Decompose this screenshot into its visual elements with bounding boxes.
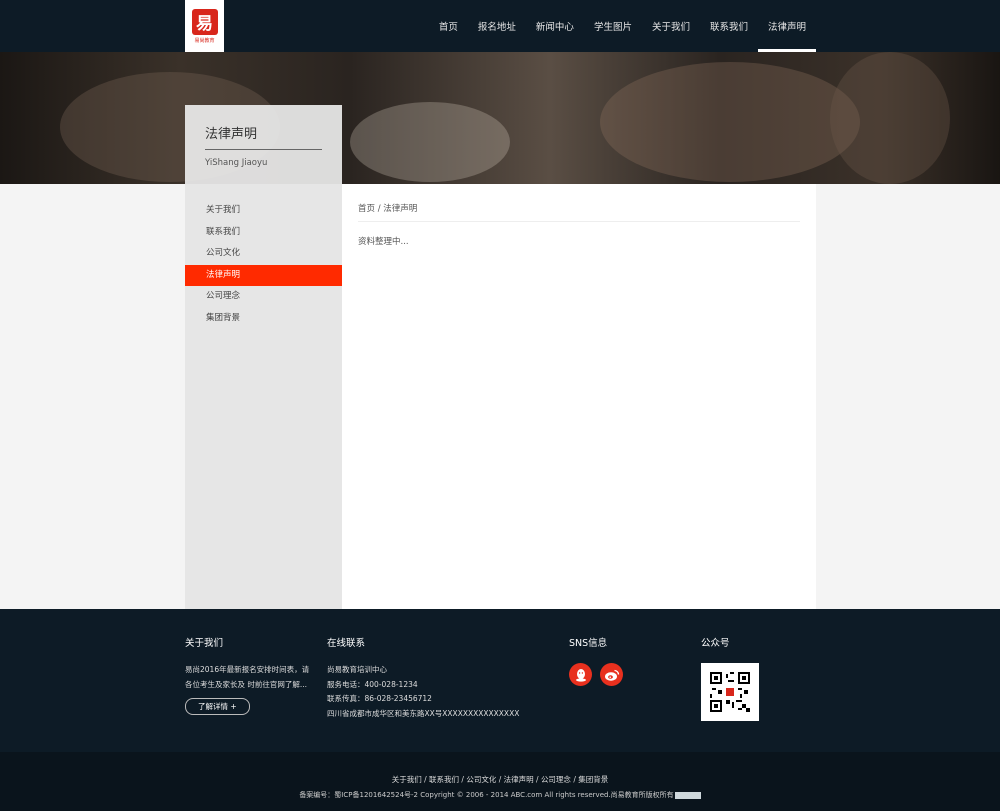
footer-links: 关于我们 / 联系我们 / 公司文化 / 法律声明 / 公司理念 / 集团背景 <box>0 774 1000 785</box>
footer-contact-line: 四川省成都市成华区和美东路XX号XXXXXXXXXXXXXXX <box>327 708 520 718</box>
footer-bottom: 关于我们 / 联系我们 / 公司文化 / 法律声明 / 公司理念 / 集团背景 … <box>0 752 1000 811</box>
section-title: 法律声明 <box>205 123 322 150</box>
site-footer: 关于我们 易尚2016年最新报名安排时间表，请 各位考生及家长及 时前往官网了解… <box>0 609 1000 752</box>
content-area: 首页 / 法律声明 资料整理中... <box>358 202 800 247</box>
sidebar: 关于我们 联系我们 公司文化 法律声明 公司理念 集团背景 <box>185 184 342 609</box>
nav-item-news[interactable]: 新闻中心 <box>526 0 584 52</box>
sidebar-item-about[interactable]: 关于我们 <box>185 200 342 222</box>
footer-link-legal[interactable]: 法律声明 <box>504 775 534 784</box>
copyright: 备案编号：蜀ICP备1201642524号-2 Copyright © 2006… <box>0 790 1000 800</box>
logo-mark-icon: 易 <box>191 8 218 35</box>
footer-link-about[interactable]: 关于我们 <box>392 775 422 784</box>
footer-link-separator: / <box>496 775 504 784</box>
footer-link-separator: / <box>421 775 430 784</box>
footer-about: 关于我们 易尚2016年最新报名安排时间表，请 各位考生及家长及 时前往官网了解… <box>185 635 309 715</box>
footer-about-line: 各位考生及家长及 时前往官网了解... <box>185 679 308 689</box>
nav-item-home[interactable]: 首页 <box>429 0 468 52</box>
main-nav: 首页 报名地址 新闻中心 学生图片 关于我们 联系我们 法律声明 <box>429 0 817 52</box>
cnzz-badge-icon[interactable] <box>674 791 701 799</box>
nav-item-about[interactable]: 关于我们 <box>642 0 700 52</box>
breadcrumb-current: 法律声明 <box>383 204 418 214</box>
nav-item-legal[interactable]: 法律声明 <box>757 0 817 52</box>
footer-link-contact[interactable]: 联系我们 <box>429 775 459 784</box>
footer-link-philosophy[interactable]: 公司理念 <box>541 775 571 784</box>
sidebar-item-contact[interactable]: 联系我们 <box>185 222 342 244</box>
footer-contact: 在线联系 尚易教育培训中心 服务电话：400-028-1234 联系传真：86-… <box>327 635 519 721</box>
footer-link-background[interactable]: 集团背景 <box>578 775 608 784</box>
qq-icon[interactable] <box>569 663 592 686</box>
copyright-text: 备案编号：蜀ICP备1201642524号-2 Copyright © 2006… <box>299 791 674 799</box>
nav-item-registration[interactable]: 报名地址 <box>468 0 526 52</box>
content-text: 资料整理中... <box>358 237 409 247</box>
footer-contact-line: 联系传真：86-028-23456712 <box>327 694 432 703</box>
breadcrumb-home[interactable]: 首页 <box>358 204 375 214</box>
qr-code-icon <box>701 663 759 721</box>
learn-more-button[interactable]: 了解详情 + <box>185 698 250 715</box>
weibo-icon[interactable] <box>600 663 623 686</box>
main-panel: 关于我们 联系我们 公司文化 法律声明 公司理念 集团背景 首页 / 法律声明 … <box>185 184 816 609</box>
footer-wechat: 公众号 <box>701 635 759 721</box>
section-subtitle: YiShang Jiaoyu <box>205 158 268 168</box>
nav-item-student-photos[interactable]: 学生图片 <box>584 0 642 52</box>
footer-sns-heading: SNS信息 <box>569 638 608 649</box>
site-logo[interactable]: 易 易尚教育 <box>185 0 224 52</box>
breadcrumb-separator: / <box>377 204 381 214</box>
nav-item-contact[interactable]: 联系我们 <box>700 0 758 52</box>
sidebar-item-legal[interactable]: 法律声明 <box>185 264 342 286</box>
sidebar-item-philosophy[interactable]: 公司理念 <box>185 286 342 308</box>
footer-link-culture[interactable]: 公司文化 <box>466 775 496 784</box>
section-title-box: 法律声明 YiShang Jiaoyu <box>185 105 342 185</box>
breadcrumb: 首页 / 法律声明 <box>358 202 800 222</box>
footer-about-heading: 关于我们 <box>185 638 224 649</box>
footer-link-separator: / <box>533 775 541 784</box>
sidebar-item-background[interactable]: 集团背景 <box>185 308 342 330</box>
site-header: 易 易尚教育 首页 报名地址 新闻中心 学生图片 关于我们 联系我们 法律声明 <box>0 0 1000 52</box>
footer-about-line: 易尚2016年最新报名安排时间表，请 <box>185 665 310 674</box>
footer-sns: SNS信息 <box>569 635 623 686</box>
logo-text: 易尚教育 <box>194 37 215 44</box>
footer-contact-line: 服务电话：400-028-1234 <box>327 679 418 689</box>
footer-contact-heading: 在线联系 <box>327 638 366 649</box>
hero-banner <box>0 52 1000 184</box>
footer-contact-line: 尚易教育培训中心 <box>327 665 387 674</box>
sidebar-item-culture[interactable]: 公司文化 <box>185 243 342 265</box>
footer-wechat-heading: 公众号 <box>701 638 730 649</box>
